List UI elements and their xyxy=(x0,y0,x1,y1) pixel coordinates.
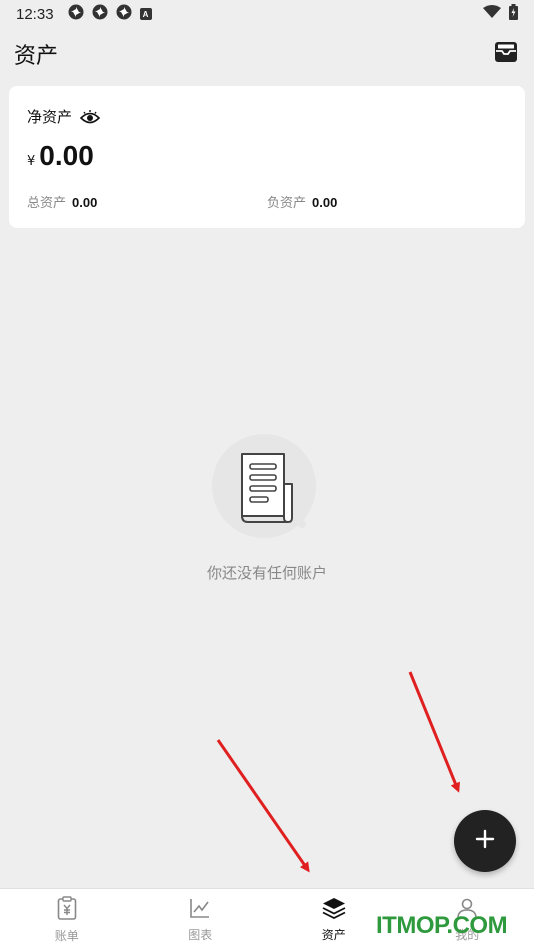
pinwheel-icon xyxy=(116,4,132,24)
liabilities-label: 负资产 xyxy=(267,196,307,211)
net-assets-label: 净资产 xyxy=(27,108,73,126)
battery-charging-icon xyxy=(509,4,518,24)
status-bar: 12:33 A xyxy=(0,0,534,28)
page-title: 资产 xyxy=(14,44,59,69)
layers-icon xyxy=(322,897,346,923)
pinwheel-icon xyxy=(68,4,84,24)
arrow-to-add-button xyxy=(408,671,460,793)
nav-tab-assets[interactable]: 资产 xyxy=(267,889,401,950)
bottom-nav: 账单 图表 资产 我的 xyxy=(0,888,534,950)
bill-clipboard-icon xyxy=(57,895,77,924)
total-assets: 总资产 0.00 xyxy=(27,192,97,211)
nav-label-bills: 账单 xyxy=(54,928,79,943)
nav-tab-charts[interactable]: 图表 xyxy=(134,889,268,950)
arrow-to-assets-tab xyxy=(216,739,310,873)
liabilities: 负资产 0.00 xyxy=(267,192,337,211)
net-assets-value: 0.00 xyxy=(39,140,94,171)
net-assets-header: 净资产 xyxy=(27,106,101,127)
status-right-icons xyxy=(483,4,518,24)
nav-label-me: 我的 xyxy=(455,927,480,942)
status-time: 12:33 xyxy=(16,5,54,23)
nav-label-charts: 图表 xyxy=(188,927,213,942)
wifi-icon xyxy=(483,5,501,23)
notification-icons: A xyxy=(68,4,152,24)
net-assets-amount: ¥ 0.00 xyxy=(27,140,94,172)
nav-label-assets: 资产 xyxy=(321,927,346,942)
liabilities-value: 0.00 xyxy=(312,195,338,210)
receipt-document-icon xyxy=(206,428,322,544)
total-assets-label: 总资产 xyxy=(27,196,67,211)
nav-tab-bills[interactable]: 账单 xyxy=(0,889,134,950)
line-chart-icon xyxy=(189,897,211,923)
a-badge-icon: A xyxy=(139,8,152,20)
currency-symbol: ¥ xyxy=(27,154,36,169)
nav-tab-me[interactable]: 我的 xyxy=(401,889,534,950)
user-icon xyxy=(456,897,478,923)
inbox-icon xyxy=(494,41,518,67)
inbox-button[interactable] xyxy=(492,40,520,68)
a-badge-letter: A xyxy=(142,9,149,19)
net-assets-card: 净资产 ¥ 0.00 总资产 0.00 负资产 0.00 xyxy=(9,86,525,228)
pinwheel-icon xyxy=(92,4,108,24)
add-account-button[interactable] xyxy=(454,810,516,872)
app-header: 资产 xyxy=(0,28,534,80)
empty-state-message: 你还没有任何账户 xyxy=(206,564,327,582)
total-assets-value: 0.00 xyxy=(72,195,98,210)
plus-icon xyxy=(475,829,495,853)
eye-icon[interactable] xyxy=(80,109,101,125)
